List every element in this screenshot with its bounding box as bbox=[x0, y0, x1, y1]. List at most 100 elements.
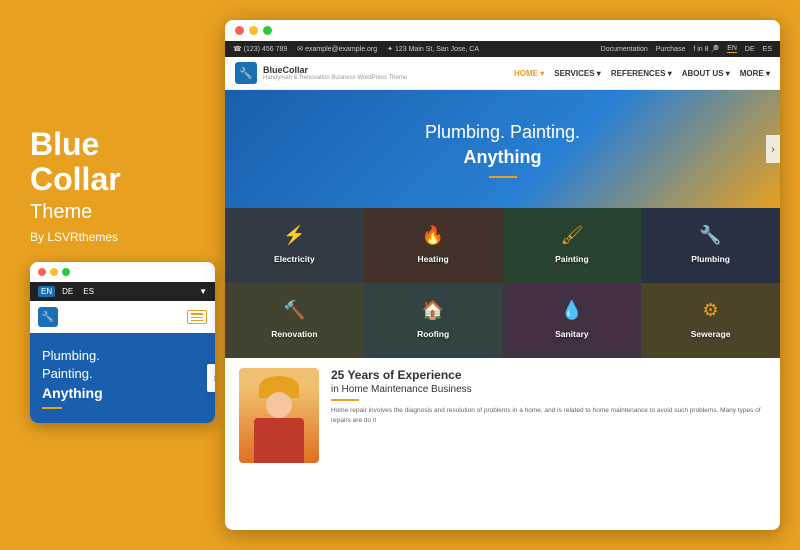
nav-logo-text: BlueCollar Handyman & Renovation Busines… bbox=[263, 65, 407, 81]
lang-en-top[interactable]: EN bbox=[727, 45, 737, 53]
service-label-plumbing: Plumbing bbox=[691, 254, 730, 264]
bottom-section: 25 Years of Experience in Home Maintenan… bbox=[225, 358, 780, 473]
browser-dot-yellow bbox=[249, 26, 258, 35]
nav-logo-icon: 🔧 bbox=[235, 62, 257, 84]
service-content-plumbing: 🔧 Plumbing bbox=[691, 225, 730, 267]
service-content-sewerage: ⚙ Sewerage bbox=[691, 300, 731, 342]
service-icon-roofing: 🏠 bbox=[417, 300, 449, 321]
service-content-sanitary: 💧 Sanitary bbox=[555, 300, 589, 342]
social-icons: f in 8 🔎 bbox=[693, 45, 719, 53]
nav-logo-name: BlueCollar bbox=[263, 65, 407, 75]
email-info: ✉ example@example.org bbox=[297, 45, 377, 53]
service-card-painting[interactable]: 🖌 Painting bbox=[503, 208, 642, 283]
service-card-sewerage[interactable]: ⚙ Sewerage bbox=[641, 283, 780, 358]
mobile-lang-bar: EN DE ES ▼ bbox=[30, 282, 215, 301]
hero-underline bbox=[489, 176, 517, 178]
mobile-lang-tabs: EN DE ES bbox=[38, 286, 97, 297]
service-label-sewerage: Sewerage bbox=[691, 329, 731, 339]
service-content-painting: 🖌 Painting bbox=[555, 225, 589, 267]
browser-dot-red bbox=[235, 26, 244, 35]
exp-underline bbox=[331, 399, 359, 401]
menu-line-2 bbox=[191, 317, 203, 318]
exp-subtitle: in Home Maintenance Business bbox=[331, 384, 766, 395]
experience-text: 25 Years of Experience in Home Maintenan… bbox=[331, 368, 766, 425]
service-label-electricity: Electricity bbox=[274, 254, 315, 264]
top-info-bar: ☎ (123) 456 789 ✉ example@example.org ✦ … bbox=[225, 41, 780, 57]
service-label-renovation: Renovation bbox=[271, 329, 317, 339]
lang-es[interactable]: ES bbox=[80, 286, 97, 297]
service-icon-heating: 🔥 bbox=[418, 225, 449, 246]
nav-logo-area: 🔧 BlueCollar Handyman & Renovation Busin… bbox=[235, 62, 407, 84]
service-label-painting: Painting bbox=[555, 254, 589, 264]
nav-more[interactable]: MORE ▾ bbox=[740, 69, 770, 78]
mobile-nav: 🔧 bbox=[30, 301, 215, 333]
dot-red bbox=[38, 268, 46, 276]
address-info: ✦ 123 Main St, San Jose, CA bbox=[387, 45, 479, 53]
mobile-top-bar bbox=[30, 262, 215, 282]
nav-logo-desc: Handyman & Renovation Business WordPress… bbox=[263, 75, 407, 81]
service-icon-plumbing: 🔧 bbox=[691, 225, 730, 246]
service-card-electricity[interactable]: ⚡ Electricity bbox=[225, 208, 364, 283]
mobile-hero-text: Plumbing. Painting. Anything bbox=[42, 347, 203, 403]
service-card-sanitary[interactable]: 💧 Sanitary bbox=[503, 283, 642, 358]
mobile-logo-icon: 🔧 bbox=[38, 307, 58, 327]
nav-home[interactable]: HOME ▾ bbox=[514, 69, 544, 78]
lang-en[interactable]: EN bbox=[38, 286, 55, 297]
service-card-heating[interactable]: 🔥 Heating bbox=[364, 208, 503, 283]
mobile-mockup: EN DE ES ▼ 🔧 Plumbing. Painting. Anythin… bbox=[30, 262, 215, 423]
brand-by: By LSVRthemes bbox=[30, 230, 210, 244]
hero-section: Plumbing. Painting. Anything › bbox=[225, 90, 780, 208]
top-info-left: ☎ (123) 456 789 ✉ example@example.org ✦ … bbox=[233, 45, 479, 53]
service-icon-electricity: ⚡ bbox=[274, 225, 315, 246]
service-icon-painting: 🖌 bbox=[555, 225, 589, 246]
doc-link[interactable]: Documentation bbox=[601, 46, 648, 53]
services-grid: ⚡ Electricity 🔥 Heating 🖌 Painting 🔧 Plumbing 🔨 R… bbox=[225, 208, 780, 358]
top-info-right: Documentation Purchase f in 8 🔎 EN DE ES bbox=[601, 45, 772, 53]
nav-services[interactable]: SERVICES ▾ bbox=[554, 69, 601, 78]
service-label-heating: Heating bbox=[418, 254, 449, 264]
lang-dropdown-icon[interactable]: ▼ bbox=[199, 287, 207, 296]
lang-es-top[interactable]: ES bbox=[763, 46, 772, 53]
browser-nav: 🔧 BlueCollar Handyman & Renovation Busin… bbox=[225, 57, 780, 90]
service-content-renovation: 🔨 Renovation bbox=[271, 300, 317, 342]
phone-info: ☎ (123) 456 789 bbox=[233, 45, 287, 53]
hero-text: Plumbing. Painting. Anything bbox=[245, 120, 760, 170]
browser-dot-green bbox=[263, 26, 272, 35]
hero-next-arrow[interactable]: › bbox=[766, 135, 780, 163]
left-panel: Blue Collar Theme By LSVRthemes EN DE ES… bbox=[20, 127, 210, 423]
service-content-heating: 🔥 Heating bbox=[418, 225, 449, 267]
service-label-roofing: Roofing bbox=[417, 329, 449, 339]
service-card-plumbing[interactable]: 🔧 Plumbing bbox=[641, 208, 780, 283]
brand-subtitle: Theme bbox=[30, 201, 210, 224]
menu-line-1 bbox=[191, 313, 203, 314]
service-card-renovation[interactable]: 🔨 Renovation bbox=[225, 283, 364, 358]
service-icon-sewerage: ⚙ bbox=[691, 300, 731, 321]
worker-body bbox=[254, 418, 304, 463]
browser-mockup: ☎ (123) 456 789 ✉ example@example.org ✦ … bbox=[225, 20, 780, 530]
nav-references[interactable]: REFERENCES ▾ bbox=[611, 69, 672, 78]
brand-title: Blue Collar bbox=[30, 127, 210, 197]
mobile-hamburger-icon[interactable] bbox=[187, 310, 207, 324]
worker-image bbox=[239, 368, 319, 463]
service-content-roofing: 🏠 Roofing bbox=[417, 300, 449, 342]
lang-de-top[interactable]: DE bbox=[745, 46, 755, 53]
lang-de[interactable]: DE bbox=[59, 286, 76, 297]
mobile-hero: Plumbing. Painting. Anything › bbox=[30, 333, 215, 423]
mobile-next-arrow[interactable]: › bbox=[207, 364, 215, 392]
worker-face bbox=[266, 392, 292, 418]
exp-description: Home repair involves the diagnosis and r… bbox=[331, 406, 766, 426]
exp-title: 25 Years of Experience bbox=[331, 368, 766, 384]
service-icon-sanitary: 💧 bbox=[555, 300, 589, 321]
service-label-sanitary: Sanitary bbox=[555, 329, 589, 339]
dot-green bbox=[62, 268, 70, 276]
menu-line-3 bbox=[191, 320, 203, 321]
dot-yellow bbox=[50, 268, 58, 276]
purchase-link[interactable]: Purchase bbox=[656, 46, 686, 53]
service-icon-renovation: 🔨 bbox=[271, 300, 317, 321]
service-card-roofing[interactable]: 🏠 Roofing bbox=[364, 283, 503, 358]
nav-menu: HOME ▾ SERVICES ▾ REFERENCES ▾ ABOUT US … bbox=[514, 69, 770, 78]
nav-about[interactable]: ABOUT US ▾ bbox=[682, 69, 730, 78]
mobile-hero-underline bbox=[42, 407, 62, 409]
browser-chrome-bar bbox=[225, 20, 780, 41]
service-content-electricity: ⚡ Electricity bbox=[274, 225, 315, 267]
